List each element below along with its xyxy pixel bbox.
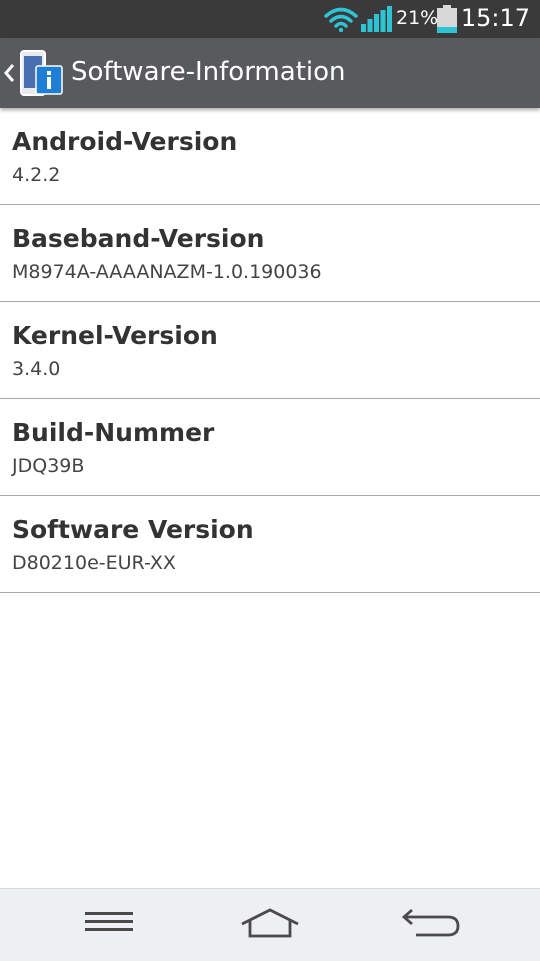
list-item-baseband-version[interactable]: Baseband-Version M8974A-AAAANAZM-1.0.190…: [0, 205, 540, 302]
back-icon[interactable]: [401, 907, 460, 943]
item-title: Build-Nummer: [12, 418, 215, 447]
list-item-software-version[interactable]: Software Version D80210e-EUR-XX: [0, 496, 540, 593]
list-item-kernel-version[interactable]: Kernel-Version 3.4.0: [0, 302, 540, 399]
item-title: Software Version: [12, 515, 254, 544]
status-bar: 21% 15:17: [0, 0, 540, 38]
home-icon[interactable]: [240, 907, 300, 943]
item-value: 4.2.2: [12, 164, 61, 186]
info-app-icon[interactable]: [18, 50, 64, 102]
item-title: Android-Version: [12, 127, 238, 156]
page-title: Software-Information: [71, 57, 346, 87]
action-bar: Software-Information: [0, 38, 540, 108]
list-item-build-number[interactable]: Build-Nummer JDQ39B: [0, 399, 540, 496]
back-chevron-icon[interactable]: [3, 63, 15, 87]
signal-strength-icon: [360, 6, 392, 36]
navigation-bar: [0, 888, 540, 961]
item-title: Kernel-Version: [12, 321, 218, 350]
item-title: Baseband-Version: [12, 224, 265, 253]
battery-icon: [437, 5, 457, 37]
list-item-android-version[interactable]: Android-Version 4.2.2: [0, 108, 540, 205]
software-info-list: Android-Version 4.2.2 Baseband-Version M…: [0, 108, 540, 593]
item-value: 3.4.0: [12, 358, 61, 380]
item-value: JDQ39B: [12, 455, 85, 477]
item-value: D80210e-EUR-XX: [12, 552, 176, 574]
wifi-icon: [324, 6, 358, 36]
battery-percent: 21%: [396, 7, 439, 29]
menu-icon[interactable]: [85, 907, 133, 941]
item-value: M8974A-AAAANAZM-1.0.190036: [12, 261, 322, 283]
clock: 15:17: [460, 4, 530, 32]
